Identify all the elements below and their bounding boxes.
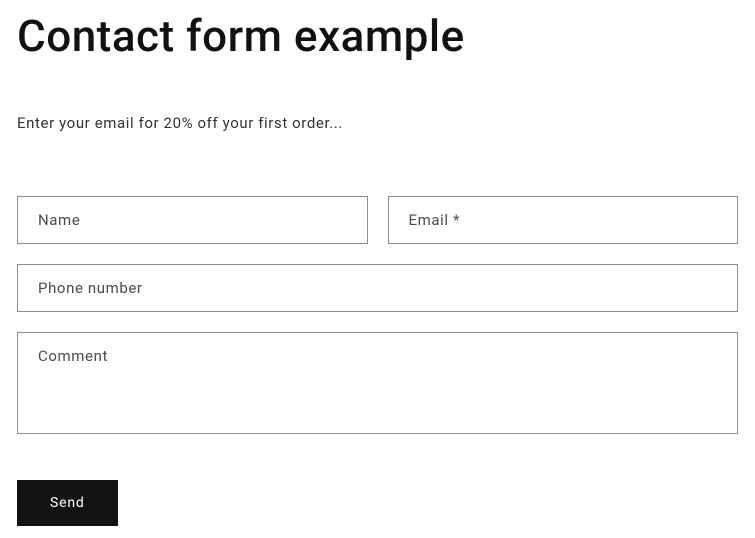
- name-input[interactable]: [17, 196, 368, 244]
- email-input[interactable]: [388, 196, 739, 244]
- page-subtext: Enter your email for 20% off your first …: [17, 114, 738, 132]
- comment-textarea[interactable]: [17, 332, 738, 434]
- contact-form: Send: [17, 196, 738, 526]
- phone-field-wrapper: [17, 264, 738, 312]
- page-title: Contact form example: [17, 12, 738, 60]
- email-field-wrapper: [388, 196, 739, 244]
- name-field-wrapper: [17, 196, 368, 244]
- contact-form-container: Contact form example Enter your email fo…: [0, 12, 755, 526]
- send-button[interactable]: Send: [17, 480, 118, 526]
- comment-field-wrapper: [17, 332, 738, 438]
- phone-input[interactable]: [17, 264, 738, 312]
- form-row-name-email: [17, 196, 738, 244]
